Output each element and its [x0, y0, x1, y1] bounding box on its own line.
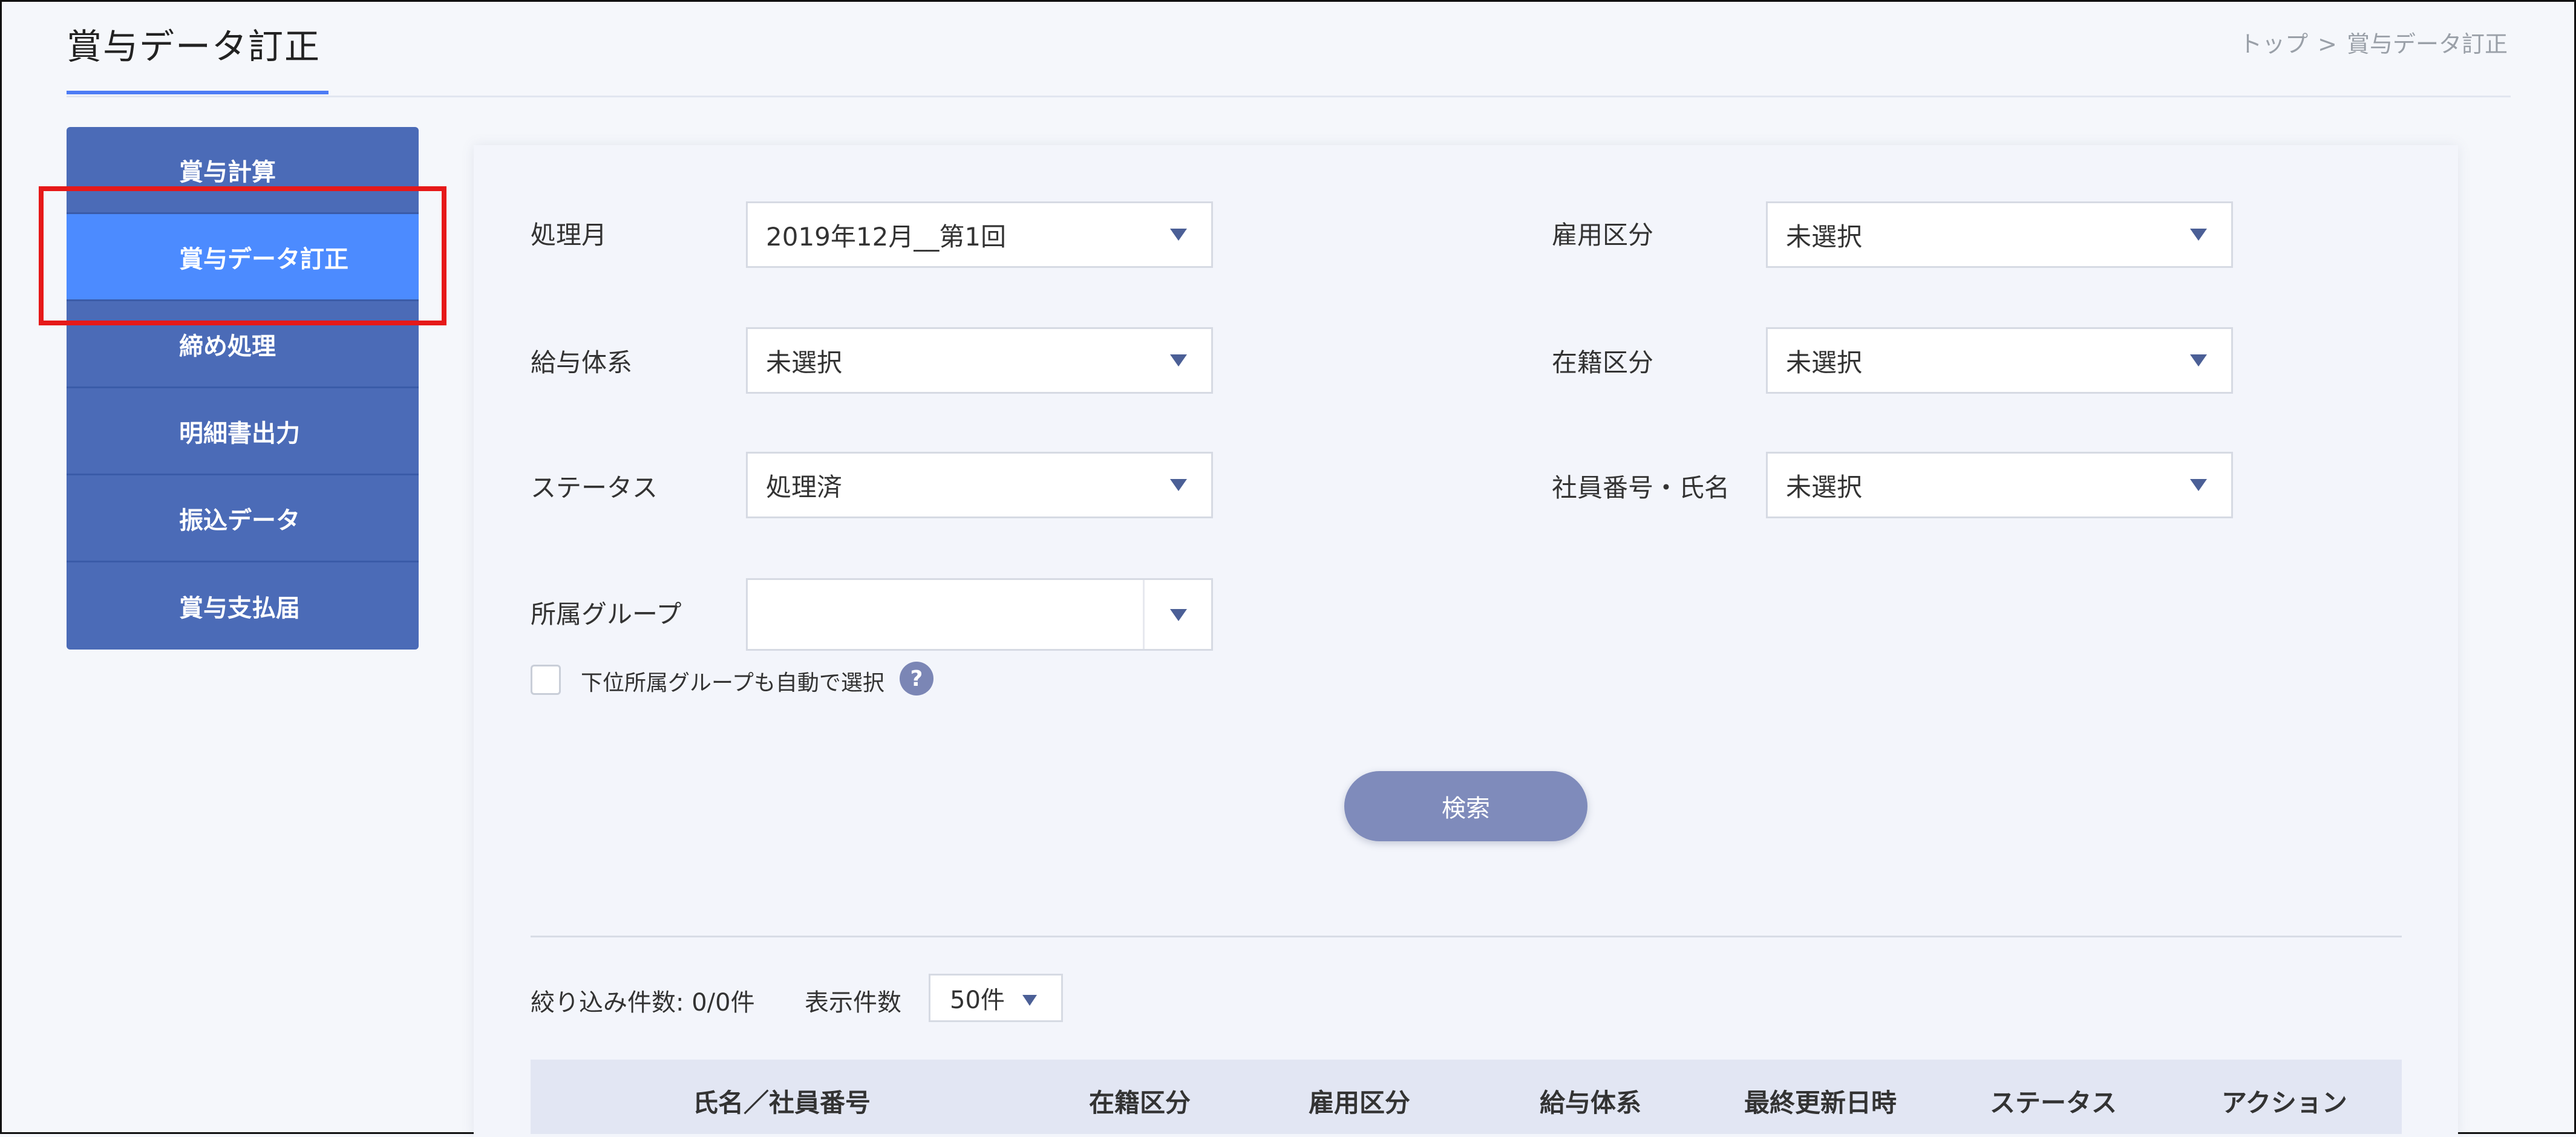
sidebar-item-statement-output[interactable]: 明細書出力 [67, 388, 419, 475]
per-page-label: 表示件数 [805, 989, 901, 1017]
processing-month-select[interactable]: 2019年12月__第1回 [746, 201, 1213, 268]
per-page-value: 50件 [950, 986, 1005, 1014]
help-icon[interactable]: ? [900, 662, 933, 696]
employee-value: 未選択 [1786, 472, 1863, 502]
salary-system-value: 未選択 [766, 347, 843, 377]
page-title: 賞与データ訂正 [67, 26, 321, 67]
caret-down-icon [2190, 479, 2207, 491]
column-header-name[interactable]: 氏名／社員番号 [693, 1083, 871, 1119]
status-label: ステータス [531, 473, 658, 503]
select-divider [1143, 580, 1145, 649]
column-header-status[interactable]: ステータス [1990, 1083, 2117, 1119]
header-divider [67, 96, 2511, 97]
status-select[interactable]: 処理済 [746, 452, 1213, 518]
column-header-action[interactable]: アクション [2221, 1083, 2347, 1119]
caret-down-icon [1170, 609, 1187, 621]
breadcrumb-current: 賞与データ訂正 [2346, 31, 2508, 57]
caret-down-icon [2190, 229, 2207, 241]
breadcrumb: トップ > 賞与データ訂正 [2234, 25, 2512, 59]
group-select[interactable] [746, 578, 1213, 651]
title-underline [67, 91, 329, 94]
sidebar-item-bonus-payment-report[interactable]: 賞与支払届 [67, 562, 419, 650]
per-page-select[interactable]: 50件 [929, 974, 1063, 1022]
caret-down-icon [1170, 479, 1187, 491]
table-header: 氏名／社員番号 在籍区分 雇用区分 給与体系 最終更新日時 ステータス アクショ… [531, 1060, 2402, 1134]
results-divider [531, 936, 2402, 937]
sidebar-item-transfer-data[interactable]: 振込データ [67, 475, 419, 562]
column-header-last-updated[interactable]: 最終更新日時 [1744, 1083, 1897, 1119]
highlight-annotation [39, 186, 446, 325]
column-header-employment[interactable]: 雇用区分 [1309, 1083, 1410, 1119]
result-count: 絞り込み件数: 0/0件 [531, 989, 755, 1017]
group-label: 所属グループ [531, 599, 682, 629]
enrollment-type-select[interactable]: 未選択 [1766, 327, 2233, 394]
employment-type-value: 未選択 [1786, 221, 1863, 252]
caret-down-icon [2190, 354, 2207, 367]
employment-type-select[interactable]: 未選択 [1766, 201, 2233, 268]
status-value: 処理済 [766, 472, 843, 502]
employment-type-label: 雇用区分 [1552, 220, 1654, 250]
processing-month-label: 処理月 [531, 220, 607, 250]
breadcrumb-home-link[interactable]: トップ [2239, 31, 2308, 57]
caret-down-icon [1170, 354, 1187, 367]
enrollment-type-value: 未選択 [1786, 347, 1863, 377]
subgroup-checkbox[interactable] [531, 665, 561, 695]
column-header-enrollment[interactable]: 在籍区分 [1089, 1083, 1191, 1119]
salary-system-label: 給与体系 [531, 348, 633, 377]
processing-month-value: 2019年12月__第1回 [766, 221, 1007, 252]
enrollment-type-label: 在籍区分 [1552, 348, 1654, 377]
caret-down-icon [1022, 995, 1037, 1006]
subgroup-checkbox-label: 下位所属グループも自動で選択 [581, 671, 884, 696]
breadcrumb-separator: > [2318, 31, 2337, 57]
employee-label: 社員番号・氏名 [1552, 473, 1730, 503]
employee-select[interactable]: 未選択 [1766, 452, 2233, 518]
search-button[interactable]: 検索 [1344, 771, 1587, 841]
column-header-salary-system[interactable]: 給与体系 [1540, 1083, 1641, 1119]
salary-system-select[interactable]: 未選択 [746, 327, 1213, 394]
caret-down-icon [1170, 229, 1187, 241]
